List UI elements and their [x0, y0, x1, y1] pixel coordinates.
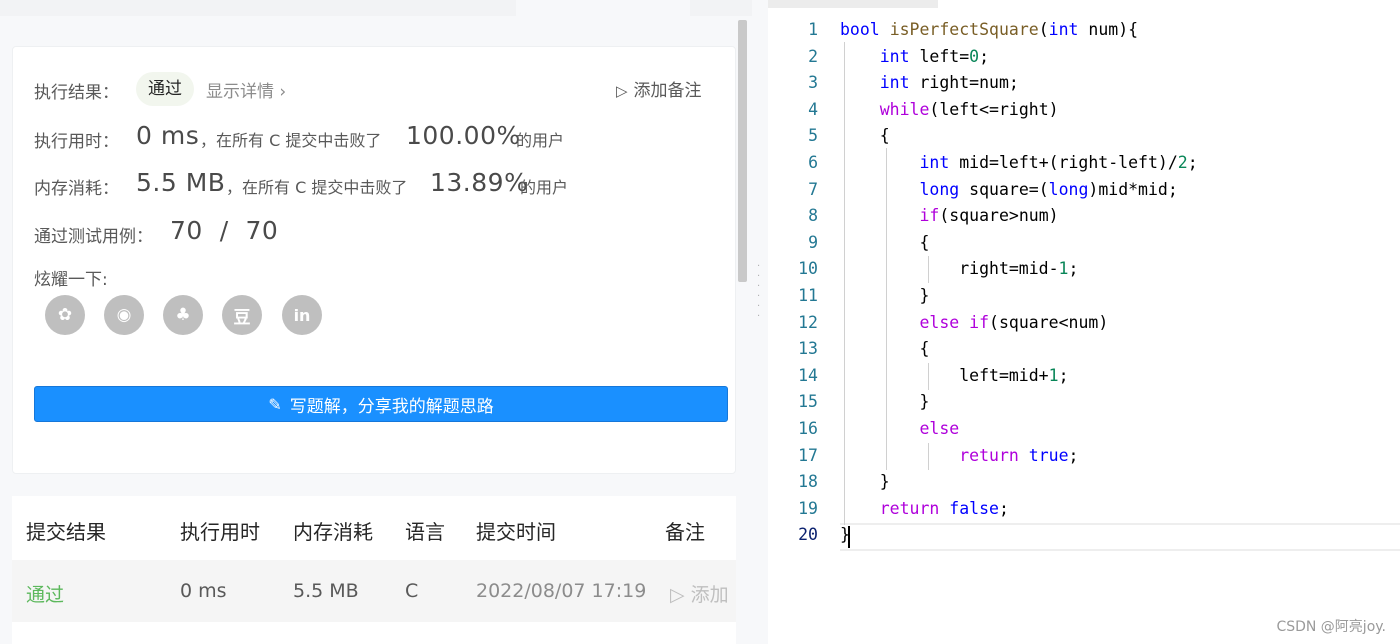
- line-number: 4: [808, 99, 818, 119]
- code-line[interactable]: return true;: [840, 443, 1078, 470]
- show-details-link[interactable]: 显示详情 ›: [206, 77, 286, 102]
- douban-icon[interactable]: 豆: [222, 295, 262, 335]
- runtime-suffix: 的用户: [516, 131, 565, 150]
- code-line[interactable]: {: [840, 123, 890, 150]
- memory-beat-text: ，在所有 C 提交中击败了: [226, 178, 408, 197]
- write-solution-button[interactable]: ✎ 写题解，分享我的解题思路: [34, 386, 728, 422]
- line-number: 8: [808, 206, 818, 226]
- write-solution-label: 写题解，分享我的解题思路: [289, 396, 494, 417]
- panel-splitter[interactable]: [752, 0, 768, 644]
- linkedin-icon[interactable]: in: [282, 295, 322, 335]
- pencil-icon: ✎: [268, 394, 282, 414]
- runtime-beat-text: ，在所有 C 提交中击败了: [200, 131, 382, 150]
- submission-add-note[interactable]: ▷ 添加: [670, 580, 736, 607]
- submission-note-label: 添加: [690, 584, 729, 606]
- code-line[interactable]: long square=(long)mid*mid;: [840, 177, 1177, 204]
- line-number: 5: [808, 126, 818, 146]
- submission-time: 2022/08/07 17:19: [476, 580, 647, 602]
- column-header[interactable]: 提交结果: [26, 516, 106, 545]
- code-line[interactable]: bool isPerfectSquare(int num){: [840, 17, 1138, 44]
- line-number: 15: [798, 392, 818, 412]
- qq-icon[interactable]: ♣: [163, 295, 203, 335]
- code-line[interactable]: {: [840, 336, 929, 363]
- line-number: 7: [808, 179, 818, 199]
- line-number: 18: [798, 472, 818, 492]
- line-number: 9: [808, 232, 818, 252]
- watermark: CSDN @阿亮joy.: [1276, 619, 1386, 635]
- current-line-highlight: [840, 549, 1400, 551]
- code-line[interactable]: else if(square<num): [840, 310, 1108, 337]
- column-header[interactable]: 提交时间: [476, 516, 556, 545]
- flag-icon: ▷: [616, 82, 628, 100]
- line-number: 17: [798, 445, 818, 465]
- code-line[interactable]: int left=0;: [840, 44, 989, 71]
- column-header[interactable]: 执行用时: [180, 516, 260, 545]
- memory-label: 内存消耗：: [34, 179, 119, 199]
- line-number: 12: [798, 312, 818, 332]
- result-label: 执行结果：: [34, 83, 119, 103]
- flag-icon: ▷: [670, 584, 691, 606]
- table-header: 提交结果 执行用时 内存消耗 语言 提交时间 备注: [12, 496, 736, 560]
- code-line[interactable]: right=mid-1;: [840, 256, 1078, 283]
- code-line[interactable]: if(square>num): [840, 203, 1058, 230]
- weibo-icon[interactable]: ◉: [104, 295, 144, 335]
- submission-memory: 5.5 MB: [293, 580, 359, 602]
- memory-value: 5.5 MB: [136, 168, 226, 197]
- add-note-button[interactable]: ▷ 添加备注: [616, 76, 702, 101]
- table-row[interactable]: 通过 0 ms 5.5 MB C 2022/08/07 17:19 ▷ 添加: [12, 560, 736, 622]
- line-number: 3: [808, 73, 818, 93]
- runtime-percent: 100.00%: [406, 121, 521, 150]
- submission-result[interactable]: 通过: [26, 580, 64, 607]
- memory-suffix: 的用户: [520, 178, 569, 197]
- line-number: 13: [798, 339, 818, 359]
- column-header[interactable]: 语言: [405, 516, 445, 545]
- line-number: 19: [798, 498, 818, 518]
- line-number: 2: [808, 46, 818, 66]
- add-note-label: 添加备注: [633, 81, 702, 101]
- code-line[interactable]: while(left<=right): [840, 97, 1059, 124]
- code-line[interactable]: {: [840, 230, 929, 257]
- code-line[interactable]: }: [840, 469, 890, 496]
- result-panel: 执行结果： 通过 显示详情 › ▷ 添加备注 执行用时： 0 ms ，在所有 C …: [0, 0, 752, 644]
- runtime-label: 执行用时：: [34, 132, 119, 152]
- line-number: 16: [798, 419, 818, 438]
- tab-strip: [690, 0, 752, 16]
- current-line-highlight: [840, 523, 1400, 525]
- share-label: 炫耀一下:: [34, 270, 108, 290]
- line-number: 11: [798, 286, 818, 305]
- line-number: 20: [798, 525, 818, 545]
- code-line[interactable]: return false;: [840, 496, 1009, 523]
- submission-language: C: [405, 580, 419, 602]
- drag-handle-icon[interactable]: · · · · · ·: [757, 262, 761, 322]
- code-line[interactable]: }: [840, 389, 929, 416]
- column-header[interactable]: 内存消耗: [293, 516, 373, 545]
- code-line[interactable]: int right=num;: [840, 70, 1019, 97]
- editor-tab-strip: [768, 0, 938, 8]
- scrollbar[interactable]: [738, 20, 747, 282]
- submission-table: 提交结果 执行用时 内存消耗 语言 提交时间 备注 通过 0 ms 5.5 MB…: [12, 496, 736, 644]
- tests-value: 70 / 70: [170, 216, 279, 245]
- line-number: 10: [798, 259, 818, 279]
- text-cursor: [848, 526, 850, 548]
- code-line[interactable]: int mid=left+(right-left)/2;: [840, 150, 1197, 177]
- code-line[interactable]: else: [840, 416, 959, 443]
- submission-runtime: 0 ms: [180, 580, 227, 602]
- line-number: 14: [798, 365, 818, 385]
- status-badge: 通过: [136, 72, 194, 106]
- line-number: 6: [808, 153, 818, 172]
- runtime-value: 0 ms: [136, 121, 200, 150]
- memory-percent: 13.89%: [430, 168, 529, 197]
- tests-label: 通过测试用例：: [34, 227, 153, 247]
- wechat-icon[interactable]: ✿: [45, 295, 85, 335]
- column-header[interactable]: 备注: [665, 516, 705, 545]
- line-number: 1: [808, 20, 818, 39]
- code-line[interactable]: }: [840, 283, 929, 310]
- code-line[interactable]: left=mid+1;: [840, 363, 1068, 390]
- tab-strip: [0, 0, 516, 16]
- code-editor[interactable]: 1 2 3 4 5 6 7 8 9 10 11 12 13 14 15 16 1…: [768, 0, 1400, 644]
